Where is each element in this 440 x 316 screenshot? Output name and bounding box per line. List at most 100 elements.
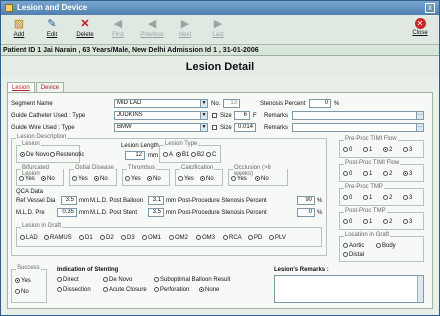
thrombus-yes-radio[interactable]: Yes	[125, 176, 141, 182]
ref-vessel-field[interactable]: 3.5	[61, 196, 77, 205]
catheter-select[interactable]: JUDKINS ▼	[114, 111, 208, 120]
edit-icon: ✎	[47, 18, 57, 30]
bifurcated-yes-radio[interactable]: Yes	[19, 176, 35, 182]
pre-tmp-group: Pre-Proc TMP 0 1 2 3	[339, 184, 424, 206]
graft-om1-radio[interactable]: OM1	[142, 235, 161, 241]
wire-remarks-field[interactable]: ⋯	[292, 123, 424, 132]
success-no-radio[interactable]: No	[15, 289, 29, 295]
graft-om2-radio[interactable]: OM2	[169, 235, 188, 241]
pre-tmp-1-radio[interactable]: 1	[363, 195, 372, 201]
previous-button[interactable]: ◀ Previous	[138, 16, 166, 44]
tab-device[interactable]: Device	[35, 82, 65, 92]
stent-suboptimal-radio[interactable]: Suboptimal Balloon Result	[154, 277, 230, 283]
post-proc-stenosis2-field[interactable]: 0	[297, 208, 315, 217]
first-button[interactable]: ◀ First	[104, 16, 132, 44]
next-button[interactable]: ▶ Next	[171, 16, 199, 44]
mld-post-balloon-label: M.L.D. Post Balloon	[90, 198, 144, 204]
tab-lesion[interactable]: Lesion	[7, 82, 35, 92]
ostial-yes-radio[interactable]: Yes	[72, 176, 88, 182]
delete-button[interactable]: ✕ Delete	[71, 16, 99, 44]
post-tmp-3-radio[interactable]: 3	[403, 219, 412, 225]
graft-aortic-radio[interactable]: Aortic	[343, 243, 364, 249]
remarks-scrollbar[interactable]	[417, 276, 423, 302]
stent-none-radio[interactable]: None	[199, 287, 219, 293]
ostial-no-radio[interactable]: No	[94, 176, 108, 182]
type-b1-radio[interactable]: B1	[176, 152, 189, 158]
thrombus-no-radio[interactable]: No	[147, 176, 161, 182]
stent-direct-radio[interactable]: Direct	[57, 277, 79, 283]
calcification-no-radio[interactable]: No	[200, 176, 214, 182]
stenosis-field[interactable]: 0	[309, 99, 331, 108]
stent-perforation-radio[interactable]: Perforation	[154, 287, 189, 293]
graft-lad-radio[interactable]: LAD	[20, 235, 38, 241]
pre-timi-3-radio[interactable]: 3	[403, 147, 412, 153]
wire-size-field[interactable]: 0.014	[234, 123, 256, 132]
lesion-length-label: Lesion Length	[121, 143, 159, 149]
chevron-down-icon: ▼	[200, 124, 207, 131]
segment-label: Segment Name	[11, 101, 53, 107]
lesion-remarks-textarea[interactable]	[274, 275, 424, 303]
lesion-length-field[interactable]: 12	[125, 151, 145, 160]
post-tmp-1-radio[interactable]: 1	[363, 219, 372, 225]
post-timi-2-radio[interactable]: 2	[383, 171, 392, 177]
post-timi-3-radio[interactable]: 3	[403, 171, 412, 177]
graft-om3-radio[interactable]: OM3	[196, 235, 215, 241]
catheter-size-field[interactable]: 6	[234, 111, 250, 120]
wire-select[interactable]: BMW ▼	[114, 123, 208, 132]
ref-vessel-label: Ref Vessel Dia	[16, 198, 56, 204]
catheter-size-label: Size	[220, 113, 232, 119]
add-button[interactable]: ▨ Add	[5, 16, 33, 44]
graft-d2-radio[interactable]: D2	[100, 235, 114, 241]
pre-tmp-0-radio[interactable]: 0	[343, 195, 352, 201]
success-yes-radio[interactable]: Yes	[15, 278, 31, 284]
graft-ramus-radio[interactable]: RAMUS	[44, 235, 72, 241]
stent-dissection-radio[interactable]: Dissection	[57, 287, 91, 293]
catheter-size-checkbox[interactable]	[212, 113, 217, 118]
pre-tmp-3-radio[interactable]: 3	[403, 195, 412, 201]
type-b2-radio[interactable]: B2	[191, 152, 204, 158]
lesion-description-group: Lesion Description Lesion De Novo Resten…	[11, 134, 327, 256]
stent-acute-closure-radio[interactable]: Acute Closure	[103, 287, 147, 293]
ref-vessel-unit: mm	[79, 198, 89, 204]
pre-timi-2-radio[interactable]: 2	[383, 147, 392, 153]
segment-no-field[interactable]: 13	[223, 99, 240, 108]
graft-rca-radio[interactable]: RCA	[223, 235, 242, 241]
lesion-restenotic-radio[interactable]: Restenotic	[50, 152, 84, 158]
occlusion-no-radio[interactable]: No	[255, 176, 269, 182]
post-timi-0-radio[interactable]: 0	[343, 171, 352, 177]
close-button[interactable]: ✕ Close	[406, 16, 434, 44]
graft-plv-radio[interactable]: PLV	[269, 235, 286, 241]
post-proc-stenosis-field[interactable]: 90	[297, 196, 315, 205]
mld-pre-field[interactable]: 0.35	[57, 208, 77, 217]
pre-tmp-2-radio[interactable]: 2	[383, 195, 392, 201]
post-tmp-0-radio[interactable]: 0	[343, 219, 352, 225]
pre-timi-0-radio[interactable]: 0	[343, 147, 352, 153]
mld-post-stent-field[interactable]: 3.5	[148, 208, 164, 217]
graft-body-radio[interactable]: Body	[376, 243, 396, 249]
last-button[interactable]: ▶ Last	[204, 16, 232, 44]
bifurcated-no-radio[interactable]: No	[41, 176, 55, 182]
segment-select[interactable]: MID LAD ▼	[114, 99, 208, 108]
page-title: Lesion Detail	[1, 56, 439, 78]
post-timi-1-radio[interactable]: 1	[363, 171, 372, 177]
type-c-radio[interactable]: C	[206, 152, 216, 158]
wire-label: Guide Wire Used : Type	[11, 125, 75, 131]
graft-d1-radio[interactable]: D1	[79, 235, 93, 241]
stent-denovo-radio[interactable]: De Novo	[103, 277, 132, 283]
graft-pd-radio[interactable]: PD	[248, 235, 262, 241]
post-tmp-2-radio[interactable]: 2	[383, 219, 392, 225]
occlusion-yes-radio[interactable]: Yes	[231, 176, 247, 182]
app-icon	[5, 4, 13, 12]
calcification-yes-radio[interactable]: Yes	[178, 176, 194, 182]
type-a-radio[interactable]: A	[163, 152, 173, 158]
edit-button[interactable]: ✎ Edit	[38, 16, 66, 44]
add-icon: ▨	[13, 18, 25, 30]
pre-timi-1-radio[interactable]: 1	[363, 147, 372, 153]
window-close-button[interactable]: x	[425, 3, 435, 13]
lesion-denovo-radio[interactable]: De Novo	[20, 152, 49, 158]
graft-distal-radio[interactable]: Distal	[343, 252, 364, 258]
catheter-remarks-field[interactable]: ⋯	[292, 111, 424, 120]
mld-post-balloon-field[interactable]: 3.1	[148, 196, 164, 205]
graft-d3-radio[interactable]: D3	[121, 235, 135, 241]
wire-size-checkbox[interactable]	[212, 125, 217, 130]
